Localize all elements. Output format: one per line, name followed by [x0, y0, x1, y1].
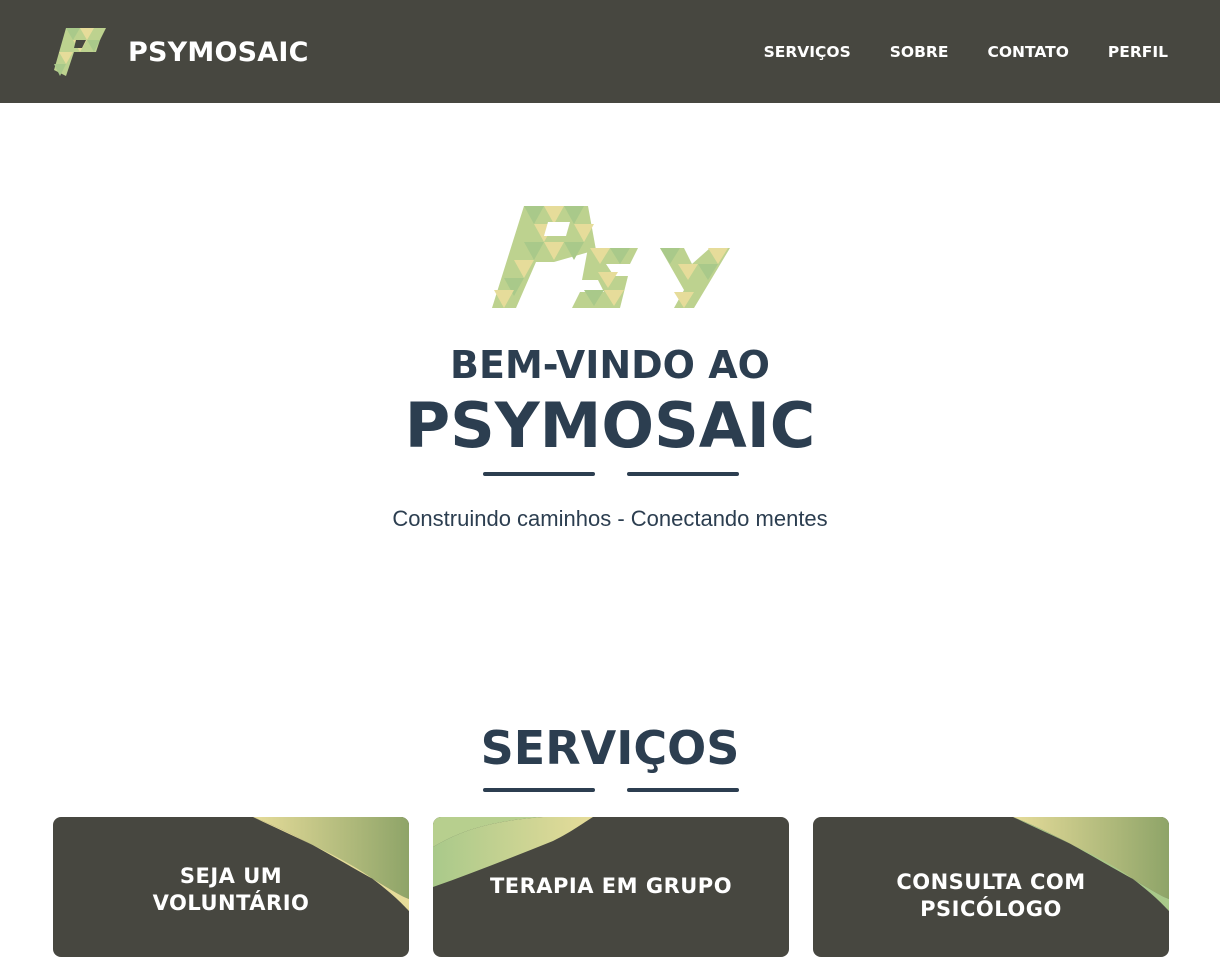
nav-item-contato[interactable]: CONTATO	[987, 43, 1068, 61]
card-title-line2: PSICÓLOGO	[920, 897, 1062, 921]
nav-item-servicos[interactable]: SERVIÇOS	[764, 43, 851, 61]
card-title-line1: TERAPIA EM GRUPO	[489, 874, 733, 898]
card-title-line2: VOLUNTÁRIO	[152, 891, 310, 915]
services-title: SERVIÇOS	[480, 721, 740, 775]
services-divider	[483, 788, 739, 792]
brand-name: PSYMOSAIC	[128, 36, 309, 68]
psy-mosaic-logo-icon	[492, 206, 730, 308]
main-nav: SERVIÇOS SOBRE CONTATO PERFIL	[764, 0, 1168, 103]
card-title-line1: CONSULTA COM	[896, 870, 1086, 894]
service-card-group-therapy[interactable]: TERAPIA EM GRUPO	[433, 817, 789, 957]
nav-item-perfil[interactable]: PERFIL	[1108, 43, 1168, 61]
psymosaic-logo-icon	[54, 28, 106, 76]
nav-item-sobre[interactable]: SOBRE	[890, 43, 949, 61]
hero-welcome: BEM-VINDO AO	[450, 343, 770, 387]
hero-subtitle: Construindo caminhos - Conectando mentes	[392, 506, 828, 531]
service-card-volunteer[interactable]: SEJA UM VOLUNTÁRIO	[53, 817, 409, 957]
card-title-line1: SEJA UM	[179, 864, 283, 888]
hero-title: PSYMOSAIC	[404, 389, 816, 462]
service-card-psychologist[interactable]: CONSULTA COM PSICÓLOGO	[813, 817, 1169, 957]
brand-home-link[interactable]: PSYMOSAIC	[52, 24, 309, 80]
navbar: PSYMOSAIC SERVIÇOS SOBRE CONTATO PERFIL	[0, 0, 1220, 103]
hero-divider	[483, 472, 739, 476]
